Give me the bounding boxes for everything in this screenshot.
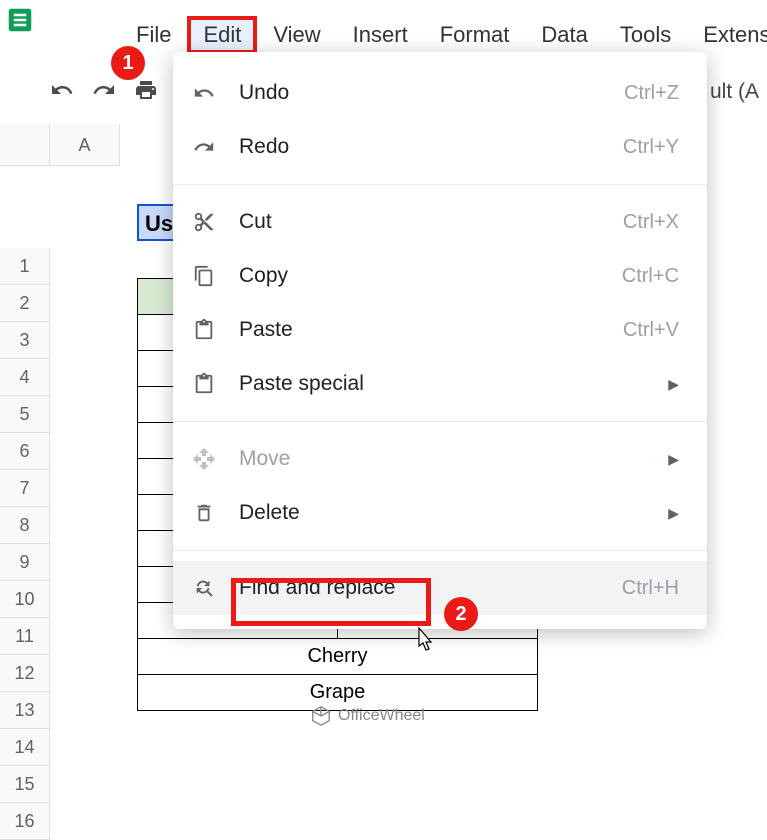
print-icon[interactable] [134, 78, 158, 107]
row-header[interactable]: 5 [0, 396, 50, 433]
watermark-text: OfficeWheel [338, 707, 425, 725]
callout-badge-2: 2 [444, 597, 478, 631]
menu-label: Find and replace [239, 576, 622, 600]
cursor-pointer-icon [411, 626, 437, 656]
menu-item-paste-special[interactable]: Paste special ▶ [173, 357, 707, 411]
edit-dropdown-menu: Undo Ctrl+Z Redo Ctrl+Y Cut Ctrl+X Copy … [173, 52, 707, 629]
menu-item-delete[interactable]: Delete ▶ [173, 486, 707, 540]
undo-icon[interactable] [50, 78, 74, 107]
find-replace-icon [189, 573, 219, 603]
menu-divider [173, 421, 707, 422]
row-header[interactable]: 7 [0, 470, 50, 507]
chevron-right-icon: ▶ [668, 451, 679, 468]
menu-shortcut: Ctrl+Z [624, 82, 679, 105]
menubar-insert[interactable]: Insert [337, 16, 424, 54]
menu-item-move: Move ▶ [173, 432, 707, 486]
row-header[interactable]: 12 [0, 655, 50, 692]
select-all-corner[interactable] [0, 124, 50, 166]
row-header[interactable]: 14 [0, 729, 50, 766]
menu-item-redo[interactable]: Redo Ctrl+Y [173, 120, 707, 174]
paste-icon [189, 315, 219, 345]
toolbar [50, 78, 158, 107]
menu-label: Cut [239, 210, 623, 234]
row-header[interactable]: 10 [0, 581, 50, 618]
row-header[interactable]: 16 [0, 803, 50, 840]
callout-badge-1: 1 [111, 46, 145, 80]
chevron-right-icon: ▶ [668, 505, 679, 522]
menu-divider [173, 184, 707, 185]
menu-divider [173, 550, 707, 551]
font-label-fragment: ult (A [710, 80, 759, 104]
menu-label: Paste special [239, 372, 668, 396]
menu-shortcut: Ctrl+H [622, 577, 679, 600]
menubar: File Edit View Insert Format Data Tools … [120, 16, 767, 54]
watermark: OfficeWheel [310, 705, 425, 727]
menu-label: Redo [239, 135, 623, 159]
row-header[interactable]: 13 [0, 692, 50, 729]
menu-shortcut: Ctrl+V [623, 319, 679, 342]
row-header[interactable]: 1 [0, 248, 50, 285]
undo-icon [189, 78, 219, 108]
redo-icon [189, 132, 219, 162]
row-header[interactable]: 4 [0, 359, 50, 396]
menu-item-copy[interactable]: Copy Ctrl+C [173, 249, 707, 303]
menu-item-undo[interactable]: Undo Ctrl+Z [173, 66, 707, 120]
paste-icon [189, 369, 219, 399]
row-header[interactable]: 15 [0, 766, 50, 803]
cell-b2[interactable]: Us [137, 204, 177, 241]
menu-item-find-replace[interactable]: Find and replace Ctrl+H [173, 561, 707, 615]
redo-icon[interactable] [92, 78, 116, 107]
row-header[interactable]: 8 [0, 507, 50, 544]
sheets-logo[interactable] [0, 0, 40, 40]
menubar-view[interactable]: View [257, 16, 336, 54]
menubar-data[interactable]: Data [525, 16, 603, 54]
row-header[interactable]: 9 [0, 544, 50, 581]
spreadsheet-grid[interactable]: A 1 2 3 4 5 6 7 8 9 10 11 12 13 14 15 16 [0, 124, 120, 166]
menu-shortcut: Ctrl+C [622, 265, 679, 288]
menu-label: Undo [239, 81, 624, 105]
col-header-a[interactable]: A [50, 124, 120, 166]
menu-label: Delete [239, 501, 668, 525]
menu-label: Move [239, 447, 668, 471]
menu-label: Paste [239, 318, 623, 342]
menu-shortcut: Ctrl+X [623, 211, 679, 234]
delete-icon [189, 498, 219, 528]
menu-label: Copy [239, 264, 622, 288]
cut-icon [189, 207, 219, 237]
menubar-format[interactable]: Format [424, 16, 526, 54]
row-header[interactable]: 6 [0, 433, 50, 470]
menu-item-paste[interactable]: Paste Ctrl+V [173, 303, 707, 357]
menu-item-cut[interactable]: Cut Ctrl+X [173, 195, 707, 249]
copy-icon [189, 261, 219, 291]
menubar-extensions[interactable]: Extensio [687, 16, 767, 54]
menubar-edit[interactable]: Edit [187, 16, 257, 54]
menu-shortcut: Ctrl+Y [623, 136, 679, 159]
table-cell-cherry[interactable]: Cherry [138, 639, 538, 675]
chevron-right-icon: ▶ [668, 376, 679, 393]
row-header[interactable]: 11 [0, 618, 50, 655]
row-header[interactable]: 2 [0, 285, 50, 322]
menubar-tools[interactable]: Tools [604, 16, 687, 54]
row-header[interactable]: 3 [0, 322, 50, 359]
move-icon [189, 444, 219, 474]
